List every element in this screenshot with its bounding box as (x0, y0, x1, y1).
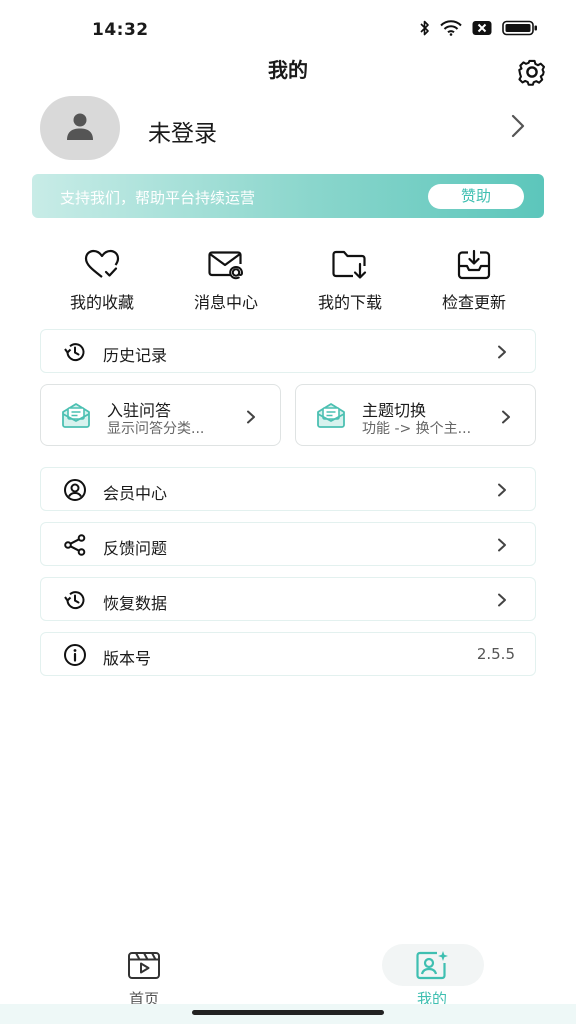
chevron-right-icon (246, 409, 256, 428)
mail-open-icon (316, 402, 346, 432)
settings-button[interactable] (516, 56, 548, 88)
chevron-right-icon (501, 409, 511, 428)
theme-switch-card[interactable]: 主题切换 功能 -> 换个主... (295, 384, 536, 446)
home-indicator[interactable] (192, 1010, 384, 1015)
heart-check-icon (83, 249, 121, 285)
quick-action-downloads[interactable]: 我的下载 (295, 250, 405, 313)
mail-open-icon (61, 402, 91, 432)
quick-action-label: 消息中心 (193, 293, 258, 312)
share-icon (63, 533, 87, 561)
quick-actions: 我的收藏 消息中心 我的下载 检查更新 (0, 249, 576, 313)
history-icon (63, 588, 87, 616)
quick-action-favorites[interactable]: 我的收藏 (47, 249, 157, 313)
close-box-icon (472, 20, 492, 36)
qa-entry-card[interactable]: 入驻问答 显示问答分类... (40, 384, 281, 446)
sponsor-text: 支持我们，帮助平台持续运营 (60, 189, 256, 207)
chevron-right-icon (497, 344, 507, 363)
status-icons (420, 20, 538, 36)
chevron-right-icon (497, 592, 507, 611)
quick-action-messages[interactable]: 消息中心 (171, 250, 281, 313)
card-subtitle: 功能 -> 换个主... (362, 421, 472, 437)
login-status-text[interactable]: 未登录 (148, 114, 217, 148)
menu-item-label: 反馈问题 (103, 539, 168, 558)
page-title: 我的 (268, 58, 308, 82)
menu-item-label: 版本号 (103, 649, 152, 668)
menu-item-membership[interactable]: 会员中心 (40, 467, 536, 511)
menu-item-label: 历史记录 (103, 346, 168, 365)
tab-home[interactable]: 首页 (94, 950, 194, 1009)
profile-row[interactable]: 未登录 (40, 96, 536, 162)
sponsor-button[interactable]: 赞助 (428, 184, 524, 209)
info-icon (63, 643, 87, 671)
wifi-icon (440, 20, 462, 36)
battery-icon (502, 20, 538, 36)
quick-action-label: 我的收藏 (69, 293, 134, 312)
version-number: 2.5.5 (476, 645, 515, 663)
folder-download-icon (331, 249, 369, 285)
tab-mine[interactable]: 我的 (382, 950, 482, 1009)
gear-icon (516, 59, 548, 92)
mail-at-icon (207, 249, 245, 285)
bluetooth-icon (420, 20, 430, 36)
video-icon (127, 950, 161, 982)
menu-item-feedback[interactable]: 反馈问题 (40, 522, 536, 566)
menu-item-history[interactable]: 历史记录 (40, 329, 536, 373)
profile-sparkle-icon (415, 950, 449, 982)
status-time: 14:32 (92, 20, 149, 40)
sponsor-banner: 支持我们，帮助平台持续运营 赞助 (32, 174, 544, 218)
quick-action-check-update[interactable]: 检查更新 (419, 249, 529, 313)
user-circle-icon (63, 478, 87, 506)
card-subtitle: 显示问答分类... (107, 421, 205, 437)
quick-action-label: 检查更新 (441, 293, 506, 312)
history-icon (63, 340, 87, 368)
menu-item-label: 恢复数据 (103, 594, 168, 613)
chevron-right-icon (497, 482, 507, 501)
menu-item-restore-data[interactable]: 恢复数据 (40, 577, 536, 621)
avatar[interactable] (40, 96, 120, 160)
user-icon (63, 109, 97, 147)
quick-action-label: 我的下载 (317, 293, 382, 312)
title-bar: 我的 (0, 50, 576, 86)
menu-item-label: 会员中心 (103, 484, 168, 503)
menu-item-version[interactable]: 版本号 2.5.5 (40, 632, 536, 676)
chevron-right-icon (497, 537, 507, 556)
chevron-right-icon (510, 114, 526, 142)
inbox-download-icon (456, 249, 492, 285)
